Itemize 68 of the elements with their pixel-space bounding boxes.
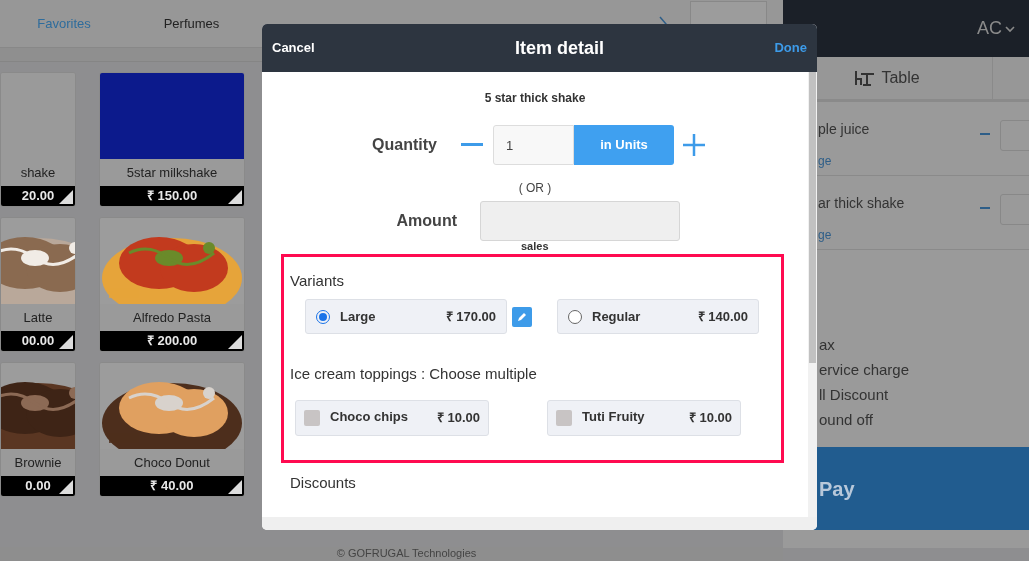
menu-item-card[interactable]: Latte 00.00 [0, 217, 76, 352]
summary-label: ervice charge [819, 360, 911, 380]
section-heading: Discounts [290, 474, 357, 492]
corner-triangle-icon [59, 190, 73, 204]
section-heading: Variants [290, 272, 345, 290]
amount-note: sales [521, 240, 550, 252]
item-name: Latte [22, 308, 54, 327]
summary-label: ll Discount [819, 385, 890, 405]
topping-name: Tuti Fruity [582, 407, 645, 426]
cancel-button[interactable]: Cancel [272, 38, 315, 58]
variant-option[interactable]: Large ₹ 170.00 [305, 299, 507, 334]
scrollbar[interactable] [808, 72, 817, 517]
quantity-field[interactable]: 1 [493, 125, 574, 165]
summary-label: ax [819, 335, 836, 355]
item-name: Choco Donut [133, 453, 211, 472]
variant-option[interactable]: Regular ₹ 140.00 [557, 299, 759, 334]
corner-triangle-icon [228, 480, 242, 494]
item-price: 20.00 [21, 187, 55, 206]
done-button[interactable]: Done [774, 38, 807, 58]
topping-price: ₹ 10.00 [436, 409, 480, 428]
user-initials[interactable]: AC [977, 15, 1002, 42]
corner-triangle-icon [59, 480, 73, 494]
checkbox[interactable] [304, 410, 320, 426]
menu-item-card[interactable]: 5star milkshake ₹ 150.00 [99, 72, 245, 207]
menu-item-card[interactable]: Brownie 0.00 [0, 362, 76, 497]
item-name: 5star milkshake [125, 163, 219, 182]
item-price: 0.00 [25, 477, 51, 496]
topping-option[interactable]: Choco chips ₹ 10.00 [295, 400, 489, 436]
item-price: ₹ 200.00 [146, 332, 198, 351]
topping-name: Choco chips [330, 407, 408, 426]
menu-item-card[interactable]: Choco Donut ₹ 40.00 [99, 362, 245, 497]
item-name: shake [19, 163, 57, 182]
order-line-name: ar thick shake [818, 194, 905, 213]
section-heading: Ice cream toppings : Choose multiple [290, 365, 538, 383]
item-price: 00.00 [21, 332, 55, 351]
corner-triangle-icon [228, 335, 242, 349]
footer-text: © GOFRUGAL Technologies [336, 547, 477, 559]
pencil-icon [517, 311, 527, 322]
corner-triangle-icon [228, 190, 242, 204]
item-name: Brownie [13, 453, 63, 472]
item-name: Alfredo Pasta [131, 308, 212, 327]
table-chair-icon [855, 70, 876, 86]
dialog-title: Item detail [515, 36, 605, 60]
item-price: ₹ 150.00 [146, 187, 198, 206]
corner-triangle-icon [59, 335, 73, 349]
variant-name: Regular [592, 307, 641, 326]
variant-price: ₹ 170.00 [445, 307, 496, 326]
amount-field[interactable] [480, 201, 680, 241]
plus-icon[interactable] [683, 134, 705, 156]
order-line-name: ple juice [818, 120, 870, 139]
category-tab[interactable]: Perfumes [128, 0, 255, 47]
checkbox[interactable] [556, 410, 572, 426]
menu-item-card[interactable]: shake 20.00 [0, 72, 76, 207]
or-text: ( OR ) [517, 180, 553, 196]
topping-price: ₹ 10.00 [688, 409, 732, 428]
variant-price: ₹ 140.00 [697, 307, 748, 326]
radio-button[interactable] [568, 309, 582, 324]
minus-icon[interactable] [461, 143, 483, 147]
quantity-label: Quantity [371, 135, 437, 155]
edit-button[interactable] [512, 306, 532, 327]
summary-label: ound off [819, 410, 874, 430]
item-name-heading: 5 star thick shake [483, 90, 587, 106]
menu-item-card[interactable]: Alfredo Pasta ₹ 200.00 [99, 217, 245, 352]
amount-label: Amount [395, 211, 457, 231]
topping-option[interactable]: Tuti Fruity ₹ 10.00 [547, 400, 741, 436]
item-price: ₹ 40.00 [150, 477, 194, 496]
caret-icon[interactable] [1005, 24, 1015, 33]
variant-name: Large [340, 307, 376, 326]
